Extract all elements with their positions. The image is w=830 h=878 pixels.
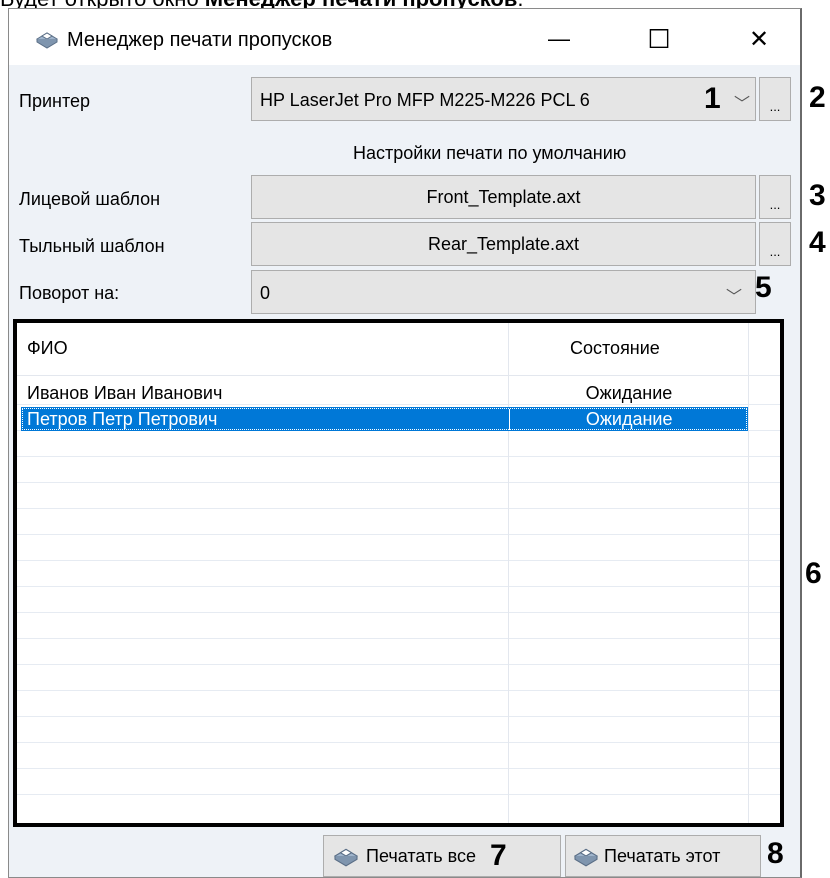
marker-2: 2	[809, 81, 826, 114]
rear-template-browse-button[interactable]: ...	[759, 222, 791, 266]
close-icon: ✕	[748, 25, 770, 53]
marker-7: 7	[490, 839, 507, 872]
cell-name: Петров Петр Петрович	[27, 408, 218, 429]
print-all-label: Печатать все	[366, 845, 476, 866]
minimize-button[interactable]: —	[535, 19, 583, 59]
front-template-field[interactable]: Front_Template.axt	[251, 175, 756, 219]
passes-table[interactable]: ФИО Состояние Иванов Иван Иванович Ожида…	[13, 319, 784, 827]
printer-icon	[572, 845, 600, 867]
column-divider	[748, 323, 749, 823]
marker-8: 8	[767, 837, 784, 870]
marker-6: 6	[805, 557, 822, 590]
window-title: Менеджер печати пропусков	[67, 29, 333, 51]
minimize-icon: —	[548, 26, 570, 51]
chevron-down-icon: ﹀	[734, 96, 751, 113]
front-template-browse-button[interactable]: ...	[759, 175, 791, 219]
print-this-label: Печатать этот	[604, 845, 721, 866]
rotate-value: 0	[260, 283, 271, 303]
printer-label: Принтер	[19, 91, 91, 111]
table-row[interactable]: Иванов Иван Иванович Ожидание	[21, 381, 748, 405]
table-row-selected[interactable]: Петров Петр Петрович Ожидание	[21, 407, 748, 431]
printer-combobox[interactable]: HP LaserJet Pro MFP M225-M226 PCL 6 1 ﹀	[251, 77, 756, 121]
close-button[interactable]: ✕	[735, 19, 783, 59]
rotate-label: Поворот на:	[19, 283, 120, 303]
maximize-button[interactable]: ☐	[635, 19, 683, 59]
marker-3: 3	[809, 179, 826, 212]
cell-status: Ожидание	[509, 408, 748, 430]
maximize-icon: ☐	[647, 23, 671, 54]
front-template-label: Лицевой шаблон	[19, 189, 161, 209]
print-all-button[interactable]: Печатать все 7	[323, 835, 561, 877]
column-header-name[interactable]: ФИО	[27, 338, 68, 359]
printer-settings-button[interactable]: ...	[759, 77, 791, 121]
table-header: ФИО Состояние	[17, 323, 780, 376]
cell-name: Иванов Иван Иванович	[27, 382, 223, 403]
empty-rows	[17, 379, 780, 819]
title-bar[interactable]: Менеджер печати пропусков — ☐ ✕	[9, 9, 800, 65]
marker-5: 5	[755, 271, 772, 304]
marker-4: 4	[809, 226, 826, 259]
printer-value: HP LaserJet Pro MFP M225-M226 PCL 6	[260, 90, 590, 110]
printer-icon	[35, 29, 59, 55]
chevron-down-icon: ﹀	[726, 289, 743, 306]
column-header-status[interactable]: Состояние	[570, 338, 660, 359]
default-settings-label: Настройки печати по умолчанию	[353, 143, 627, 163]
printer-icon	[332, 845, 360, 867]
print-manager-window: Менеджер печати пропусков — ☐ ✕ Принтер …	[8, 8, 826, 878]
marker-1: 1	[704, 82, 721, 115]
rear-template-field[interactable]: Rear_Template.axt	[251, 222, 756, 266]
rotate-combobox[interactable]: 0 ﹀	[251, 270, 756, 314]
rear-template-label: Тыльный шаблон	[19, 236, 165, 256]
print-this-button[interactable]: Печатать этот	[565, 835, 761, 877]
cell-status: Ожидание	[585, 382, 673, 403]
